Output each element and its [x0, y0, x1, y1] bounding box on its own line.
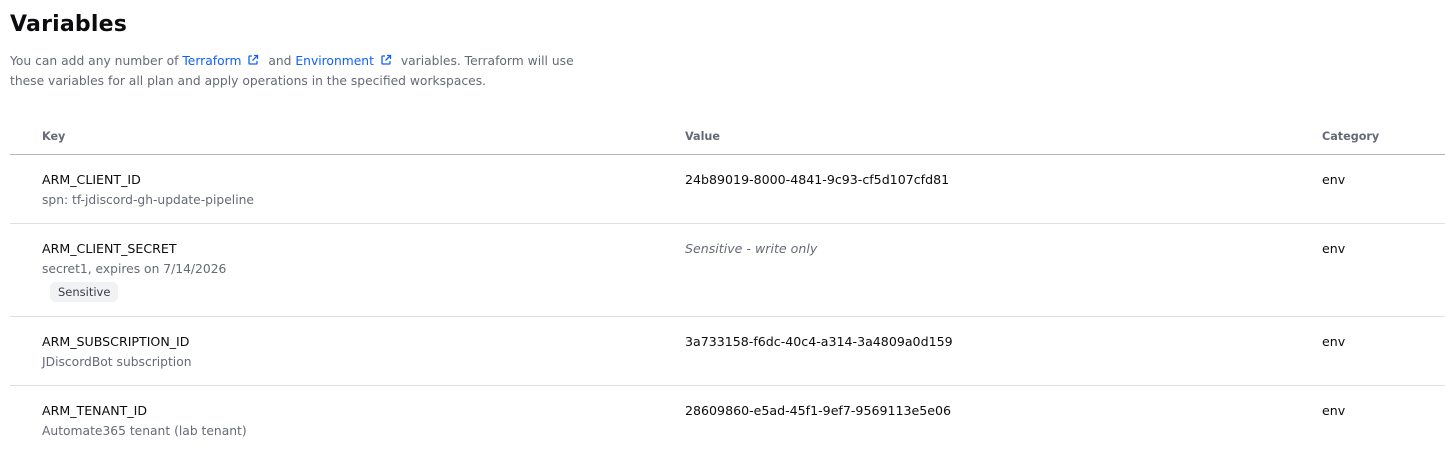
- variable-key[interactable]: ARM_CLIENT_ID: [42, 171, 685, 189]
- variables-table: Key Value Category ARM_CLIENT_ID spn: tf…: [10, 119, 1445, 452]
- page-description: You can add any number of Terraform and …: [10, 51, 580, 91]
- category-cell: env: [1322, 316, 1445, 386]
- variable-description: JDiscordBot subscription: [42, 355, 192, 369]
- column-header-key[interactable]: Key: [10, 119, 685, 155]
- variable-category: env: [1322, 172, 1346, 187]
- variable-key[interactable]: ARM_CLIENT_SECRET: [42, 240, 685, 258]
- variable-key[interactable]: ARM_TENANT_ID: [42, 402, 685, 420]
- page-title: Variables: [10, 12, 128, 37]
- variable-value: 28609860-e5ad-45f1-9ef7-9569113e5e06: [685, 403, 952, 418]
- variable-category: env: [1322, 334, 1346, 349]
- variables-page: Variables You can add any number of Terr…: [0, 0, 1445, 454]
- category-cell: env: [1322, 386, 1445, 453]
- value-cell: 24b89019-8000-4841-9c93-cf5d107cfd81: [685, 154, 1322, 224]
- sensitive-badge: Sensitive: [50, 282, 119, 302]
- external-link-icon[interactable]: [380, 54, 392, 66]
- variable-description: Automate365 tenant (lab tenant): [42, 424, 247, 438]
- key-cell: ARM_CLIENT_ID spn: tf-jdiscord-gh-update…: [10, 154, 685, 224]
- category-cell: env: [1322, 154, 1445, 224]
- variable-key[interactable]: ARM_SUBSCRIPTION_ID: [42, 333, 685, 351]
- description-text: variables. Terraform will use: [396, 54, 574, 68]
- variable-value: 24b89019-8000-4841-9c93-cf5d107cfd81: [685, 172, 950, 187]
- variable-value: 3a733158-f6dc-40c4-a314-3a4809a0d159: [685, 334, 953, 349]
- table-header-row: Key Value Category: [10, 119, 1445, 155]
- column-header-value[interactable]: Value: [685, 119, 1322, 155]
- table-row[interactable]: ARM_CLIENT_SECRET secret1, expires on 7/…: [10, 223, 1445, 317]
- description-text: and: [264, 54, 296, 68]
- column-header-category[interactable]: Category: [1322, 119, 1445, 155]
- variable-description: spn: tf-jdiscord-gh-update-pipeline: [42, 193, 254, 207]
- category-cell: env: [1322, 223, 1445, 317]
- variable-description: secret1, expires on 7/14/2026: [42, 262, 227, 276]
- table-row[interactable]: ARM_SUBSCRIPTION_ID JDiscordBot subscrip…: [10, 316, 1445, 386]
- value-cell: 3a733158-f6dc-40c4-a314-3a4809a0d159: [685, 316, 1322, 386]
- terraform-docs-link[interactable]: Terraform: [182, 54, 264, 68]
- variable-category: env: [1322, 241, 1346, 256]
- terraform-link-label[interactable]: Terraform: [182, 54, 241, 68]
- environment-link-label[interactable]: Environment: [295, 54, 374, 68]
- value-cell: 28609860-e5ad-45f1-9ef7-9569113e5e06: [685, 386, 1322, 453]
- variable-value-sensitive: Sensitive - write only: [685, 241, 818, 256]
- key-cell: ARM_SUBSCRIPTION_ID JDiscordBot subscrip…: [10, 316, 685, 386]
- table-row[interactable]: ARM_TENANT_ID Automate365 tenant (lab te…: [10, 386, 1445, 453]
- variable-category: env: [1322, 403, 1346, 418]
- key-cell: ARM_CLIENT_SECRET secret1, expires on 7/…: [10, 223, 685, 317]
- value-cell: Sensitive - write only: [685, 223, 1322, 317]
- description-text: You can add any number of: [10, 54, 183, 68]
- key-cell: ARM_TENANT_ID Automate365 tenant (lab te…: [10, 386, 685, 453]
- external-link-icon[interactable]: [247, 54, 259, 66]
- environment-docs-link[interactable]: Environment: [295, 54, 397, 68]
- description-text-line2: these variables for all plan and apply o…: [10, 74, 487, 88]
- table-row[interactable]: ARM_CLIENT_ID spn: tf-jdiscord-gh-update…: [10, 154, 1445, 224]
